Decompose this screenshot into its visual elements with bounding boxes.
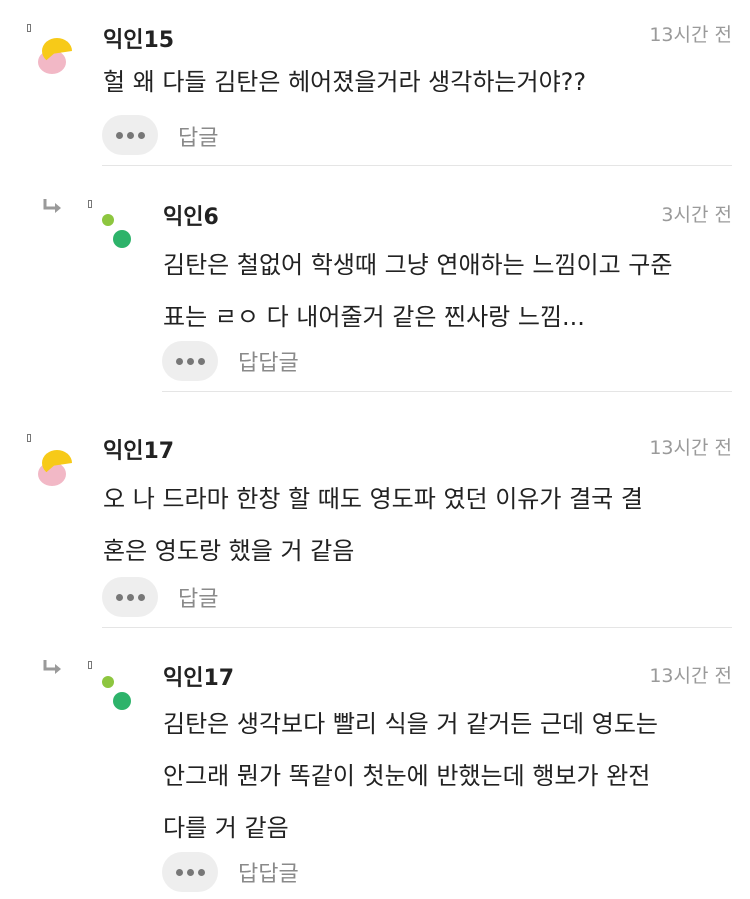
more-dots-icon[interactable] xyxy=(162,852,218,892)
reply-item: 익인17 13시간 전 김탄은 생각보다 빨리 식을 거 같거든 근데 영도는 … xyxy=(0,0,750,899)
reply-button[interactable]: 답답글 xyxy=(238,856,299,888)
badge-marker xyxy=(88,661,92,669)
reply-arrow-icon xyxy=(43,660,61,674)
comment-text: 김탄은 생각보다 빨리 식을 거 같거든 근데 영도는 안그래 뭔가 똑같이 첫… xyxy=(163,710,659,842)
avatar[interactable] xyxy=(102,676,132,712)
timestamp: 13시간 전 xyxy=(649,665,732,687)
author-name[interactable]: 익인17 xyxy=(163,660,234,692)
